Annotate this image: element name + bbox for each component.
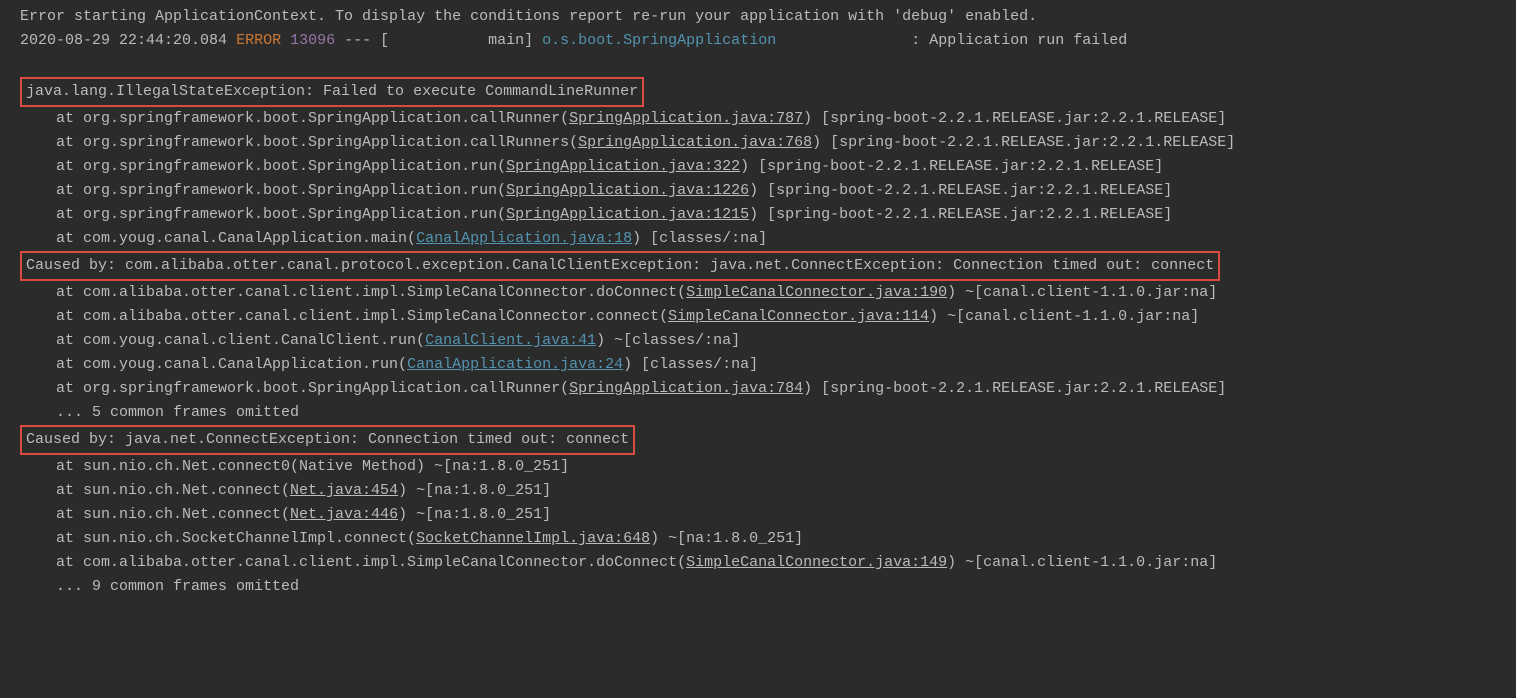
stack-trace-3: at sun.nio.ch.Net.connect0(Native Method… [20, 455, 1496, 575]
source-link[interactable]: Net.java:454 [290, 482, 398, 499]
frame-suffix: ) ~[canal.client-1.1.0.jar:na] [929, 308, 1199, 325]
frame-prefix: at com.alibaba.otter.canal.client.impl.S… [56, 554, 686, 571]
header-line-2: 2020-08-29 22:44:20.084 ERROR 13096 --- … [20, 29, 1496, 53]
stack-frame: at com.youg.canal.client.CanalClient.run… [20, 329, 1496, 353]
frame-suffix: ) ~[canal.client-1.1.0.jar:na] [947, 284, 1217, 301]
frame-suffix: ) ~[classes/:na] [596, 332, 740, 349]
source-link[interactable]: SimpleCanalConnector.java:149 [686, 554, 947, 571]
stack-frame: at org.springframework.boot.SpringApplic… [20, 131, 1496, 155]
exception-header-2: Caused by: com.alibaba.otter.canal.proto… [20, 251, 1220, 281]
frame-suffix: ) [spring-boot-2.2.1.RELEASE.jar:2.2.1.R… [740, 158, 1163, 175]
frame-prefix: at org.springframework.boot.SpringApplic… [56, 158, 506, 175]
frame-prefix: at org.springframework.boot.SpringApplic… [56, 134, 578, 151]
stack-frame: at org.springframework.boot.SpringApplic… [20, 155, 1496, 179]
frame-prefix: at com.alibaba.otter.canal.client.impl.S… [56, 308, 668, 325]
stack-frame: at sun.nio.ch.Net.connect(Net.java:454) … [20, 479, 1496, 503]
frame-suffix: ) ~[canal.client-1.1.0.jar:na] [947, 554, 1217, 571]
frame-prefix: at sun.nio.ch.Net.connect( [56, 506, 290, 523]
omitted-frames-2: ... 5 common frames omitted [20, 401, 1496, 425]
omitted-frames-3: ... 9 common frames omitted [20, 575, 1496, 599]
source-link[interactable]: SpringApplication.java:1215 [506, 206, 749, 223]
stack-frame: at org.springframework.boot.SpringApplic… [20, 203, 1496, 227]
frame-prefix: at org.springframework.boot.SpringApplic… [56, 110, 569, 127]
stack-frame: at sun.nio.ch.SocketChannelImpl.connect(… [20, 527, 1496, 551]
source-link[interactable]: SimpleCanalConnector.java:114 [668, 308, 929, 325]
source-link[interactable]: CanalApplication.java:18 [416, 230, 632, 247]
pid: 13096 [290, 32, 335, 49]
frame-suffix: ) [spring-boot-2.2.1.RELEASE.jar:2.2.1.R… [812, 134, 1235, 151]
stack-trace-1: at org.springframework.boot.SpringApplic… [20, 107, 1496, 251]
log-level: ERROR [236, 32, 281, 49]
frame-prefix: at com.youg.canal.client.CanalClient.run… [56, 332, 425, 349]
frame-suffix: ) [spring-boot-2.2.1.RELEASE.jar:2.2.1.R… [803, 110, 1226, 127]
frame-suffix: ) [classes/:na] [623, 356, 758, 373]
stack-frame: at org.springframework.boot.SpringApplic… [20, 107, 1496, 131]
frame-prefix: at com.alibaba.otter.canal.client.impl.S… [56, 284, 686, 301]
frame-suffix: ) [classes/:na] [632, 230, 767, 247]
stack-frame: at com.youg.canal.CanalApplication.main(… [20, 227, 1496, 251]
stack-frame: at org.springframework.boot.SpringApplic… [20, 179, 1496, 203]
stack-frame: at sun.nio.ch.Net.connect0(Native Method… [20, 455, 1496, 479]
frame-suffix: ) ~[na:1.8.0_251] [650, 530, 803, 547]
source-link[interactable]: SpringApplication.java:784 [569, 380, 803, 397]
stack-trace-2: at com.alibaba.otter.canal.client.impl.S… [20, 281, 1496, 401]
frame-prefix: at org.springframework.boot.SpringApplic… [56, 206, 506, 223]
stack-frame: at com.alibaba.otter.canal.client.impl.S… [20, 305, 1496, 329]
spacer [776, 32, 911, 49]
frame-suffix: ) [spring-boot-2.2.1.RELEASE.jar:2.2.1.R… [749, 206, 1172, 223]
header-line-1: Error starting ApplicationContext. To di… [20, 5, 1496, 29]
console-output: Error starting ApplicationContext. To di… [20, 5, 1496, 599]
frame-prefix: at com.youg.canal.CanalApplication.run( [56, 356, 407, 373]
source-link[interactable]: SpringApplication.java:1226 [506, 182, 749, 199]
source-link[interactable]: CanalApplication.java:24 [407, 356, 623, 373]
frame-prefix: at com.youg.canal.CanalApplication.main( [56, 230, 416, 247]
frame-suffix: ) ~[na:1.8.0_251] [398, 482, 551, 499]
frame-suffix: ) ~[na:1.8.0_251] [398, 506, 551, 523]
frame-prefix: at org.springframework.boot.SpringApplic… [56, 380, 569, 397]
separator: --- [ main] [335, 32, 542, 49]
frame-prefix: at sun.nio.ch.Net.connect0(Native Method… [56, 458, 569, 475]
frame-suffix: ) [spring-boot-2.2.1.RELEASE.jar:2.2.1.R… [803, 380, 1226, 397]
exception-header-1: java.lang.IllegalStateException: Failed … [20, 77, 644, 107]
source-link[interactable]: Net.java:446 [290, 506, 398, 523]
source-link[interactable]: CanalClient.java:41 [425, 332, 596, 349]
log-message: : Application run failed [911, 32, 1127, 49]
source-link[interactable]: SpringApplication.java:787 [569, 110, 803, 127]
exception-header-3: Caused by: java.net.ConnectException: Co… [20, 425, 635, 455]
frame-prefix: at sun.nio.ch.SocketChannelImpl.connect( [56, 530, 416, 547]
source-link[interactable]: SimpleCanalConnector.java:190 [686, 284, 947, 301]
logger-name: o.s.boot.SpringApplication [542, 32, 776, 49]
timestamp: 2020-08-29 22:44:20.084 [20, 32, 227, 49]
stack-frame: at sun.nio.ch.Net.connect(Net.java:446) … [20, 503, 1496, 527]
stack-frame: at com.alibaba.otter.canal.client.impl.S… [20, 281, 1496, 305]
stack-frame: at org.springframework.boot.SpringApplic… [20, 377, 1496, 401]
frame-prefix: at sun.nio.ch.Net.connect( [56, 482, 290, 499]
stack-frame: at com.alibaba.otter.canal.client.impl.S… [20, 551, 1496, 575]
source-link[interactable]: SpringApplication.java:322 [506, 158, 740, 175]
source-link[interactable]: SocketChannelImpl.java:648 [416, 530, 650, 547]
frame-prefix: at org.springframework.boot.SpringApplic… [56, 182, 506, 199]
source-link[interactable]: SpringApplication.java:768 [578, 134, 812, 151]
frame-suffix: ) [spring-boot-2.2.1.RELEASE.jar:2.2.1.R… [749, 182, 1172, 199]
stack-frame: at com.youg.canal.CanalApplication.run(C… [20, 353, 1496, 377]
